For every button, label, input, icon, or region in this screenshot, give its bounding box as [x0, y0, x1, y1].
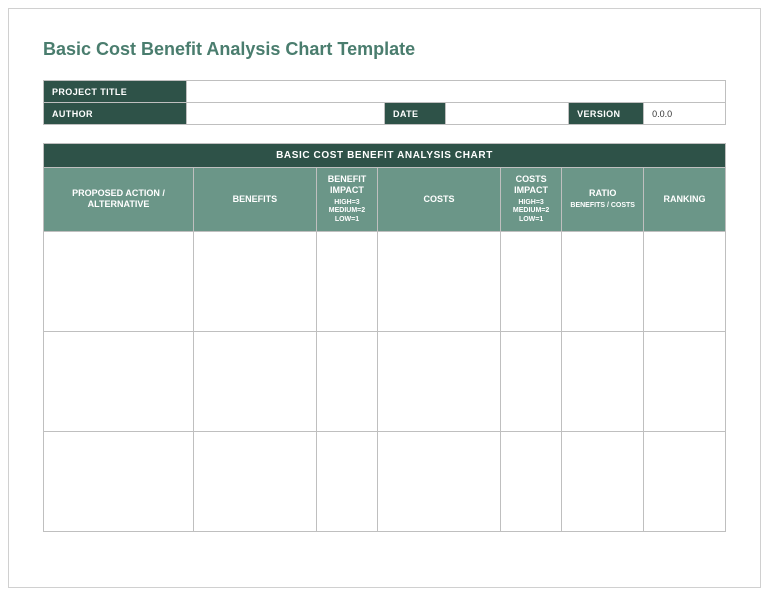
project-title-value[interactable] — [187, 81, 726, 103]
meta-table: PROJECT TITLE AUTHOR DATE VERSION 0.0.0 — [43, 80, 726, 125]
cell-benefit-impact[interactable] — [316, 431, 377, 531]
project-title-label: PROJECT TITLE — [44, 81, 187, 103]
project-title-row: PROJECT TITLE — [44, 81, 726, 103]
document-page: Basic Cost Benefit Analysis Chart Templa… — [8, 8, 761, 588]
cell-costs-impact[interactable] — [500, 231, 561, 331]
cell-ratio[interactable] — [562, 331, 644, 431]
col-benefit-impact-main: BENEFIT IMPACT — [328, 174, 367, 195]
cell-benefits[interactable] — [194, 331, 317, 431]
data-row — [44, 231, 726, 331]
cell-proposed[interactable] — [44, 331, 194, 431]
cell-benefits[interactable] — [194, 231, 317, 331]
data-row — [44, 331, 726, 431]
cell-costs-impact[interactable] — [500, 431, 561, 531]
col-costs-impact-sub: HIGH=3 MEDIUM=2 LOW=1 — [503, 199, 559, 225]
chart-banner: BASIC COST BENEFIT ANALYSIS CHART — [44, 144, 726, 168]
cell-benefit-impact[interactable] — [316, 331, 377, 431]
col-ratio: RATIO BENEFITS / COSTS — [562, 168, 644, 232]
cell-costs[interactable] — [378, 231, 501, 331]
col-ranking: RANKING — [644, 168, 726, 232]
col-costs: COSTS — [378, 168, 501, 232]
cell-costs[interactable] — [378, 431, 501, 531]
col-benefit-impact: BENEFIT IMPACT HIGH=3 MEDIUM=2 LOW=1 — [316, 168, 377, 232]
col-costs-impact: COSTS IMPACT HIGH=3 MEDIUM=2 LOW=1 — [500, 168, 561, 232]
col-benefits: BENEFITS — [194, 168, 317, 232]
page-title: Basic Cost Benefit Analysis Chart Templa… — [43, 39, 726, 60]
author-value[interactable] — [187, 103, 385, 125]
date-value[interactable] — [446, 103, 569, 125]
cell-proposed[interactable] — [44, 431, 194, 531]
cell-costs[interactable] — [378, 331, 501, 431]
data-row — [44, 431, 726, 531]
cell-ratio[interactable] — [562, 431, 644, 531]
cell-proposed[interactable] — [44, 231, 194, 331]
analysis-chart-table: BASIC COST BENEFIT ANALYSIS CHART PROPOS… — [43, 143, 726, 532]
chart-banner-row: BASIC COST BENEFIT ANALYSIS CHART — [44, 144, 726, 168]
col-ratio-main: RATIO — [589, 188, 616, 198]
cell-ranking[interactable] — [644, 231, 726, 331]
version-value[interactable]: 0.0.0 — [644, 103, 726, 125]
cell-ranking[interactable] — [644, 331, 726, 431]
cell-benefit-impact[interactable] — [316, 231, 377, 331]
col-benefit-impact-sub: HIGH=3 MEDIUM=2 LOW=1 — [319, 199, 375, 225]
col-proposed: PROPOSED ACTION / ALTERNATIVE — [44, 168, 194, 232]
cell-ranking[interactable] — [644, 431, 726, 531]
col-costs-impact-main: COSTS IMPACT — [514, 174, 548, 195]
author-row: AUTHOR DATE VERSION 0.0.0 — [44, 103, 726, 125]
cell-costs-impact[interactable] — [500, 331, 561, 431]
cell-ratio[interactable] — [562, 231, 644, 331]
chart-header-row: PROPOSED ACTION / ALTERNATIVE BENEFITS B… — [44, 168, 726, 232]
version-label: VERSION — [569, 103, 644, 125]
date-label: DATE — [384, 103, 445, 125]
author-label: AUTHOR — [44, 103, 187, 125]
col-ratio-sub: BENEFITS / COSTS — [564, 202, 641, 211]
cell-benefits[interactable] — [194, 431, 317, 531]
